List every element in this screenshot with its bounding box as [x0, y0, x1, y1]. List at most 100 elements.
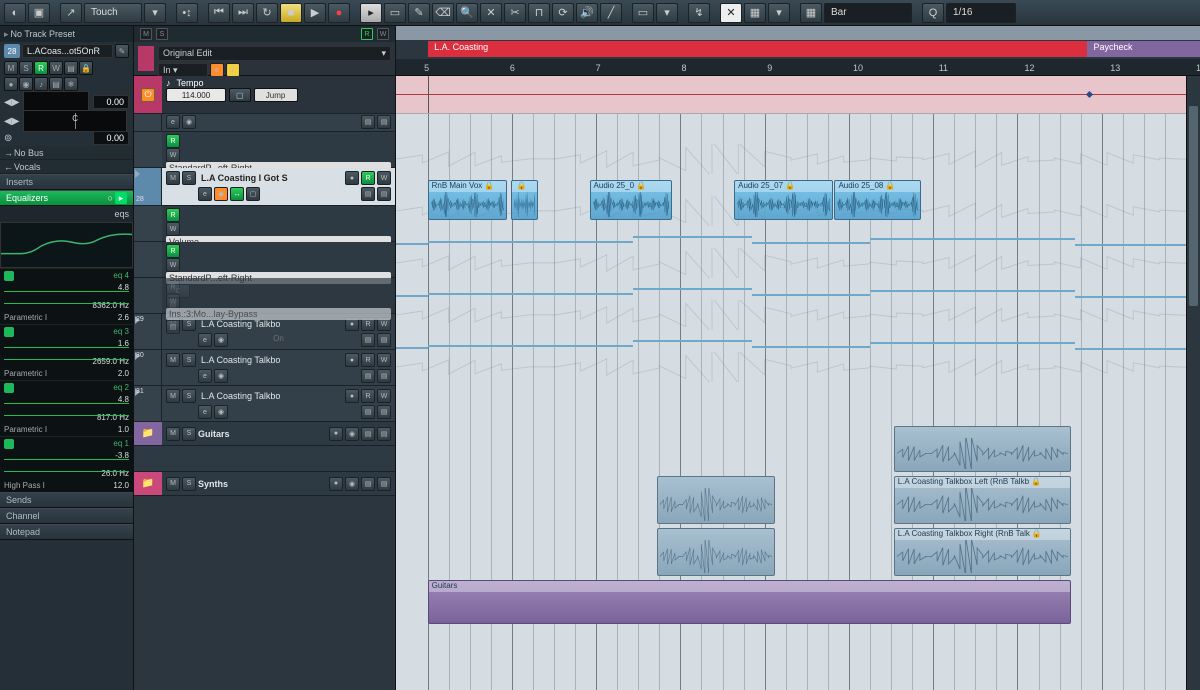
arrange-area[interactable]: L.A. CoastingPaycheck 567891011121314 Rn…: [396, 26, 1200, 690]
quantize-icon[interactable]: Q: [922, 3, 944, 23]
automation-segment[interactable]: [752, 346, 871, 348]
go-start-icon[interactable]: ⏮: [208, 3, 230, 23]
lane-write-button[interactable]: W: [166, 148, 180, 162]
channel-section[interactable]: Channel: [0, 508, 133, 524]
audio-clip[interactable]: [894, 426, 1072, 472]
automation-segment[interactable]: [428, 345, 633, 347]
automation-segment[interactable]: [870, 342, 1075, 344]
track-row-selected[interactable]: 28 MSL.A Coasting I Got S●RW e◉↔▢▤▤: [134, 168, 395, 206]
draw-tool[interactable]: ✎: [408, 3, 430, 23]
lock-icon[interactable]: 🔒: [79, 61, 93, 75]
erase-tool[interactable]: ⌫: [432, 3, 454, 23]
tempo-value[interactable]: 114.000: [166, 88, 226, 102]
automation-segment[interactable]: [633, 340, 752, 342]
input-bus-row[interactable]: ←Vocals: [0, 160, 133, 174]
global-mute-icon[interactable]: M: [140, 28, 152, 40]
inserts-section[interactable]: Inserts: [0, 174, 133, 190]
eq-band[interactable]: eq 1 -3.826.0 HzHigh Pass I12.0: [0, 436, 133, 492]
arrow-tool[interactable]: ▸: [360, 3, 382, 23]
track-solo-button[interactable]: S: [182, 171, 196, 185]
audio-clip[interactable]: [657, 528, 776, 576]
mute-tool[interactable]: ✕: [480, 3, 502, 23]
read-button[interactable]: R: [34, 61, 48, 75]
snap-on-icon[interactable]: ✕: [720, 3, 742, 23]
range-tool[interactable]: ▭: [384, 3, 406, 23]
track-read-button[interactable]: R: [361, 171, 375, 185]
track-row[interactable]: 31 MSL.A Coasting Talkbo●RW e◉▤▤: [134, 386, 395, 422]
split-tool[interactable]: ✂: [504, 3, 526, 23]
stop-button[interactable]: ■: [280, 3, 302, 23]
play-button[interactable]: ▶: [304, 3, 326, 23]
global-write-icon[interactable]: W: [377, 28, 389, 40]
audio-clip[interactable]: 🔒: [511, 180, 539, 220]
constrain-icon[interactable]: ◐: [4, 3, 26, 23]
record-arm-icon[interactable]: ●: [4, 77, 18, 91]
automation-segment[interactable]: [396, 347, 428, 349]
track-row[interactable]: 30 MSL.A Coasting Talkbo●RW e◉▤▤: [134, 350, 395, 386]
automation-segment[interactable]: [1075, 244, 1186, 246]
grid-type-icon[interactable]: ▦: [800, 3, 822, 23]
cycle-icon[interactable]: ↻: [256, 3, 278, 23]
track-name-field[interactable]: L.ACoas...ot5OnR: [22, 44, 113, 58]
glue-tool[interactable]: ⊓: [528, 3, 550, 23]
snap-menu-icon[interactable]: ▾: [768, 3, 790, 23]
output-bus-row[interactable]: →No Bus: [0, 146, 133, 160]
automation-segment[interactable]: [633, 236, 752, 238]
sends-section[interactable]: Sends: [0, 492, 133, 508]
audio-clip[interactable]: Audio 25_07🔒: [734, 180, 833, 220]
automation-mode-drop[interactable]: Touch: [84, 3, 142, 23]
auto-scroll-icon[interactable]: •↕: [176, 3, 198, 23]
freeze-icon[interactable]: ❄: [64, 77, 78, 91]
eq-curve-graph[interactable]: [0, 222, 133, 268]
solo-editor-icon[interactable]: ♪: [226, 63, 240, 77]
automation-segment[interactable]: [1075, 296, 1186, 298]
automation-mode-icon[interactable]: ↗: [60, 3, 82, 23]
lane-read-button[interactable]: R: [166, 134, 180, 148]
audio-clip[interactable]: RnB Main Vox🔒: [428, 180, 507, 220]
audio-clip[interactable]: Audio 25_0🔒: [590, 180, 673, 220]
snap-type-icon[interactable]: ▦: [744, 3, 766, 23]
quantize-drop[interactable]: 1/16: [946, 3, 1016, 23]
automation-segment[interactable]: [428, 241, 633, 243]
track-color-chip[interactable]: 28: [4, 44, 20, 58]
audio-clip[interactable]: L.A Coasting Talkbox Right (RnB Talk🔒: [894, 528, 1072, 576]
eq-preset-label[interactable]: eqs: [114, 209, 129, 219]
tempo-power-icon[interactable]: ⏻: [141, 88, 155, 102]
mute-button[interactable]: M: [4, 61, 18, 75]
timeline-ruler[interactable]: L.A. CoastingPaycheck 567891011121314: [396, 26, 1200, 76]
marker[interactable]: L.A. Coasting: [428, 41, 1087, 57]
tempo-mode-drop[interactable]: Jump: [254, 88, 298, 102]
tempo-curve-icon[interactable]: ▢: [229, 88, 251, 102]
volume-value[interactable]: 0.00: [93, 95, 129, 109]
automation-segment[interactable]: [870, 238, 1075, 240]
notepad-section[interactable]: Notepad: [0, 524, 133, 540]
track-preset-label[interactable]: No Track Preset: [11, 29, 129, 39]
eq-band[interactable]: eq 3 1.62659.0 HzParametric I2.0: [0, 324, 133, 380]
zoom-tool[interactable]: 🔍: [456, 3, 478, 23]
automation-segment[interactable]: [428, 293, 633, 295]
color-tool[interactable]: ▭: [632, 3, 654, 23]
timewarp-tool[interactable]: ⟳: [552, 3, 574, 23]
track-edit-icon[interactable]: ✎: [115, 44, 129, 58]
track-mute-button[interactable]: M: [166, 171, 180, 185]
automation-segment[interactable]: [752, 242, 871, 244]
edit-active-icon[interactable]: e: [210, 63, 224, 77]
automation-segment[interactable]: [633, 288, 752, 290]
eq-band[interactable]: eq 2 4.8817.0 HzParametric I1.0: [0, 380, 133, 436]
equalizers-section[interactable]: Equalizers○▸: [0, 190, 133, 206]
lanes-icon[interactable]: ▤: [49, 77, 63, 91]
vertical-scrollbar[interactable]: [1186, 76, 1200, 690]
eq-band[interactable]: eq 4 4.88362.0 HzParametric I2.6: [0, 268, 133, 324]
track-write-button[interactable]: W: [377, 171, 391, 185]
color-menu-icon[interactable]: ▾: [656, 3, 678, 23]
audio-clip[interactable]: Audio 25_08🔒: [834, 180, 921, 220]
tempo-lane-area[interactable]: [396, 76, 1200, 114]
automation-segment[interactable]: [1075, 348, 1186, 350]
go-end-icon[interactable]: ⏭: [232, 3, 254, 23]
automation-segment[interactable]: [396, 243, 428, 245]
marker[interactable]: Paycheck: [1087, 41, 1200, 57]
line-tool[interactable]: ╱: [600, 3, 622, 23]
audio-clip[interactable]: Guitars: [428, 580, 1072, 624]
audio-clip[interactable]: [657, 476, 776, 524]
folder-track-guitars[interactable]: 📁 MSGuitars●◉▤▤: [134, 422, 395, 446]
